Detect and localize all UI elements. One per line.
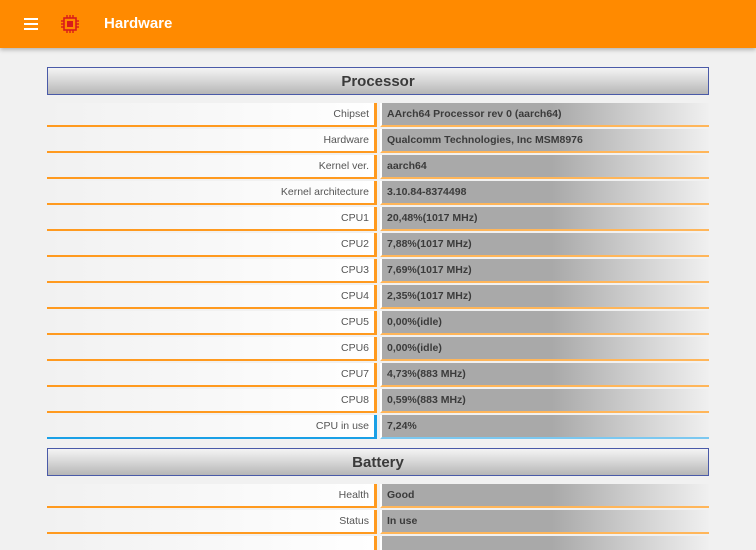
- menu-button[interactable]: [18, 14, 44, 34]
- info-value: aarch64: [380, 155, 709, 179]
- info-label: CPU2: [47, 233, 377, 257]
- info-row-health: Health Good: [47, 484, 709, 508]
- info-value: Qualcomm Technologies, Inc MSM8976: [380, 129, 709, 153]
- info-row-cpu5: CPU5 0,00%(idle): [47, 311, 709, 335]
- info-value: 7,24%: [380, 415, 709, 439]
- info-row-cpu8: CPU8 0,59%(883 MHz): [47, 389, 709, 413]
- info-row-cpu2: CPU2 7,88%(1017 MHz): [47, 233, 709, 257]
- info-label: CPU4: [47, 285, 377, 309]
- info-row-status: Status In use: [47, 510, 709, 534]
- info-row-hardware: Hardware Qualcomm Technologies, Inc MSM8…: [47, 129, 709, 153]
- info-label: CPU1: [47, 207, 377, 231]
- info-label: Hardware: [47, 129, 377, 153]
- info-row-kernel-ver: Kernel ver. aarch64: [47, 155, 709, 179]
- info-value: 0,00%(idle): [380, 311, 709, 335]
- info-value: In use: [380, 510, 709, 534]
- info-label: CPU7: [47, 363, 377, 387]
- info-label: Kernel architecture: [47, 181, 377, 205]
- info-value: Good: [380, 484, 709, 508]
- info-value: 0,00%(idle): [380, 337, 709, 361]
- info-row-cpu3: CPU3 7,69%(1017 MHz): [47, 259, 709, 283]
- info-label: CPU5: [47, 311, 377, 335]
- info-row-cpu4: CPU4 2,35%(1017 MHz): [47, 285, 709, 309]
- info-label: CPU3: [47, 259, 377, 283]
- info-label: CPU in use: [47, 415, 377, 439]
- info-value: 4,73%(883 MHz): [380, 363, 709, 387]
- info-value: AArch64 Processor rev 0 (aarch64): [380, 103, 709, 127]
- info-value: 7,88%(1017 MHz): [380, 233, 709, 257]
- info-row-partial: [47, 536, 709, 550]
- info-row-cpu7: CPU7 4,73%(883 MHz): [47, 363, 709, 387]
- info-value: 2,35%(1017 MHz): [380, 285, 709, 309]
- hamburger-menu-icon: [24, 18, 38, 30]
- info-label: CPU6: [47, 337, 377, 361]
- processor-section-header: Processor: [47, 67, 709, 95]
- info-value: 20,48%(1017 MHz): [380, 207, 709, 231]
- info-label: Kernel ver.: [47, 155, 377, 179]
- info-value: 3.10.84-8374498: [380, 181, 709, 205]
- info-value: 7,69%(1017 MHz): [380, 259, 709, 283]
- info-label: CPU8: [47, 389, 377, 413]
- info-value: [380, 536, 709, 550]
- info-label: Health: [47, 484, 377, 508]
- info-value: 0,59%(883 MHz): [380, 389, 709, 413]
- info-row-chipset: Chipset AArch64 Processor rev 0 (aarch64…: [47, 103, 709, 127]
- chip-icon: [61, 15, 79, 33]
- info-row-cpu-in-use: CPU in use 7,24%: [47, 415, 709, 439]
- info-row-cpu1: CPU1 20,48%(1017 MHz): [47, 207, 709, 231]
- info-row-kernel-architecture: Kernel architecture 3.10.84-8374498: [47, 181, 709, 205]
- battery-section-header: Battery: [47, 448, 709, 476]
- info-label: Status: [47, 510, 377, 534]
- info-row-cpu6: CPU6 0,00%(idle): [47, 337, 709, 361]
- app-bar: Hardware: [0, 0, 756, 48]
- hardware-info-list[interactable]: Processor Chipset AArch64 Processor rev …: [0, 48, 756, 550]
- page-title: Hardware: [104, 15, 173, 32]
- info-label: [47, 536, 377, 550]
- info-label: Chipset: [47, 103, 377, 127]
